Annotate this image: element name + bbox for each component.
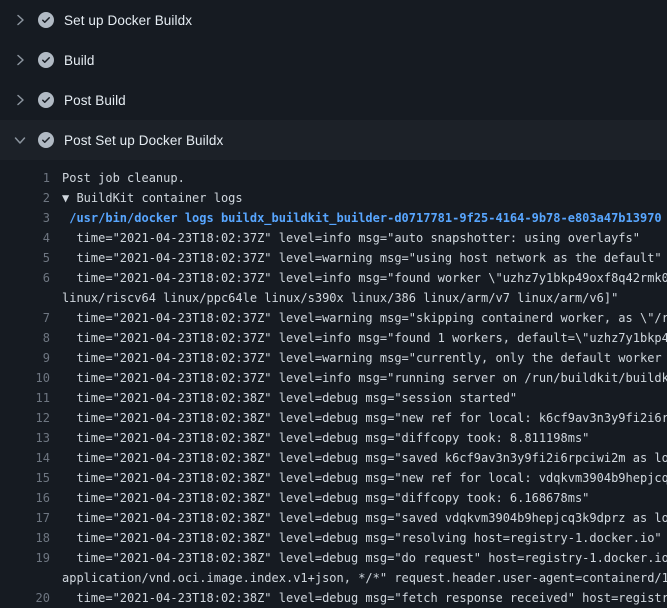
log-line-text: time="2021-04-23T18:02:37Z" level=warnin… [50,248,662,268]
log-line: 4 time="2021-04-23T18:02:37Z" level=info… [0,228,667,248]
chevron-right-icon [12,12,28,28]
log-line: 7 time="2021-04-23T18:02:37Z" level=warn… [0,308,667,328]
log-line: 16 time="2021-04-23T18:02:38Z" level=deb… [0,488,667,508]
log-line-text: application/vnd.oci.image.index.v1+json,… [50,568,667,588]
log-line-number[interactable]: 15 [0,468,50,488]
log-line-number[interactable] [0,568,50,588]
log-line: 13 time="2021-04-23T18:02:38Z" level=deb… [0,428,667,448]
log-line-number[interactable]: 14 [0,448,50,468]
log-line-text: time="2021-04-23T18:02:38Z" level=debug … [50,448,667,468]
log-line: 1 Post job cleanup. [0,168,667,188]
log-container: 1 Post job cleanup. 2 ▼ BuildKit contain… [0,160,667,608]
log-line: 18 time="2021-04-23T18:02:38Z" level=deb… [0,528,667,548]
log-line: 14 time="2021-04-23T18:02:38Z" level=deb… [0,448,667,468]
log-line-number[interactable]: 12 [0,408,50,428]
log-line: 5 time="2021-04-23T18:02:37Z" level=warn… [0,248,667,268]
step-label: Build [64,53,95,68]
log-line-number[interactable]: 2 [0,188,50,208]
log-line-text: time="2021-04-23T18:02:38Z" level=debug … [50,588,667,608]
log-line-number[interactable]: 3 [0,208,50,228]
log-line: application/vnd.oci.image.index.v1+json,… [0,568,667,588]
steps-list: Set up Docker Buildx Build Post Build Po… [0,0,667,160]
log-line: linux/riscv64 linux/ppc64le linux/s390x … [0,288,667,308]
log-line-text: time="2021-04-23T18:02:38Z" level=debug … [50,548,667,568]
log-line-text: time="2021-04-23T18:02:38Z" level=debug … [50,468,667,488]
log-line-number[interactable]: 17 [0,508,50,528]
step-set-up-docker-buildx[interactable]: Set up Docker Buildx [0,0,667,40]
step-post-set-up-docker-buildx[interactable]: Post Set up Docker Buildx [0,120,667,160]
log-line: 8 time="2021-04-23T18:02:37Z" level=info… [0,328,667,348]
log-line-text: time="2021-04-23T18:02:38Z" level=debug … [50,508,667,528]
log-line: 6 time="2021-04-23T18:02:37Z" level=info… [0,268,667,288]
step-label: Post Set up Docker Buildx [64,133,223,148]
log-line: 15 time="2021-04-23T18:02:38Z" level=deb… [0,468,667,488]
log-line-number[interactable]: 7 [0,308,50,328]
log-line-number[interactable]: 16 [0,488,50,508]
log-line: 19 time="2021-04-23T18:02:38Z" level=deb… [0,548,667,568]
log-line: 20 time="2021-04-23T18:02:38Z" level=deb… [0,588,667,608]
log-line-number[interactable]: 18 [0,528,50,548]
log-line-text: time="2021-04-23T18:02:37Z" level=info m… [50,328,667,348]
log-line-text: time="2021-04-23T18:02:37Z" level=info m… [50,268,667,288]
log-line-text: time="2021-04-23T18:02:37Z" level=warnin… [50,308,667,328]
check-circle-icon [38,12,54,28]
log-line-number[interactable]: 9 [0,348,50,368]
step-label: Set up Docker Buildx [64,13,192,28]
log-line-text: Post job cleanup. [50,168,185,188]
step-post-build[interactable]: Post Build [0,80,667,120]
log-line: 2 ▼ BuildKit container logs [0,188,667,208]
log-line: 12 time="2021-04-23T18:02:38Z" level=deb… [0,408,667,428]
log-line-number[interactable]: 11 [0,388,50,408]
log-line-text: time="2021-04-23T18:02:37Z" level=info m… [50,228,640,248]
log-line-number[interactable]: 19 [0,548,50,568]
log-line-text: time="2021-04-23T18:02:37Z" level=info m… [50,368,667,388]
step-build[interactable]: Build [0,40,667,80]
chevron-right-icon [12,92,28,108]
log-line-text: /usr/bin/docker logs buildx_buildkit_bui… [50,208,662,228]
log-line-text: time="2021-04-23T18:02:38Z" level=debug … [50,408,667,428]
log-line-number[interactable]: 10 [0,368,50,388]
check-circle-icon [38,92,54,108]
log-line-text: time="2021-04-23T18:02:38Z" level=debug … [50,388,517,408]
step-label: Post Build [64,93,126,108]
log-line: 11 time="2021-04-23T18:02:38Z" level=deb… [0,388,667,408]
log-line-text: time="2021-04-23T18:02:38Z" level=debug … [50,488,589,508]
log-line-number[interactable]: 6 [0,268,50,288]
log-line-number[interactable]: 5 [0,248,50,268]
log-line: 3 /usr/bin/docker logs buildx_buildkit_b… [0,208,667,228]
log-line-number[interactable]: 4 [0,228,50,248]
log-line-number[interactable]: 8 [0,328,50,348]
log-line-number[interactable] [0,288,50,308]
log-line: 10 time="2021-04-23T18:02:37Z" level=inf… [0,368,667,388]
log-line-text: time="2021-04-23T18:02:38Z" level=debug … [50,528,662,548]
log-line: 9 time="2021-04-23T18:02:37Z" level=warn… [0,348,667,368]
check-circle-icon [38,132,54,148]
chevron-down-icon [12,132,28,148]
check-circle-icon [38,52,54,68]
log-line-text[interactable]: ▼ BuildKit container logs [50,188,243,208]
chevron-right-icon [12,52,28,68]
log-lines: 1 Post job cleanup. 2 ▼ BuildKit contain… [0,168,667,608]
log-line-text: time="2021-04-23T18:02:38Z" level=debug … [50,428,589,448]
log-line: 17 time="2021-04-23T18:02:38Z" level=deb… [0,508,667,528]
log-line-number[interactable]: 13 [0,428,50,448]
log-line-number[interactable]: 20 [0,588,50,608]
log-line-text: time="2021-04-23T18:02:37Z" level=warnin… [50,348,667,368]
log-line-text: linux/riscv64 linux/ppc64le linux/s390x … [50,288,618,308]
log-line-number[interactable]: 1 [0,168,50,188]
